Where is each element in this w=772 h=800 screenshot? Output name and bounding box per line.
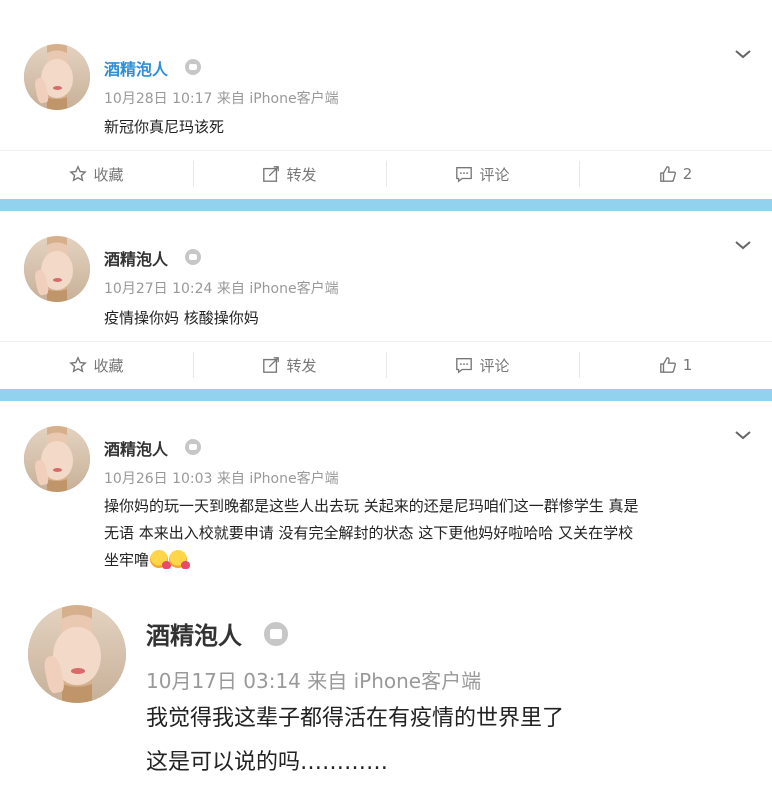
post-meta: 10月28日 10:17 来自 iPhone客户端 [104,91,339,107]
post-meta: 10月17日 03:14 来自 iPhone客户端 [146,669,482,693]
comment-icon [456,358,473,374]
favorite-button[interactable]: 收藏 [0,151,193,197]
like-count: 1 [682,356,693,374]
repost-label: 转发 [286,356,317,375]
repost-icon [263,166,280,182]
post-text-line: 坐牢噜 [104,547,191,574]
weibo-post-3: 酒精泡人 10月26日 10:03 来自 iPhone客户端 操你妈的玩一天到晚… [0,401,772,585]
comment-button[interactable]: 评论 [386,342,579,388]
favorite-label: 收藏 [93,356,124,375]
avatar[interactable] [28,605,126,703]
vip-badge-icon [185,59,201,75]
repost-icon [263,357,280,373]
post-text-line: 无语 本来出入校就要申请 没有完全解封的状态 这下更他妈好啦哈哈 又关在学校 [104,524,634,542]
repost-button[interactable]: 转发 [193,151,386,197]
vip-badge-icon [185,249,201,265]
post-meta: 10月27日 10:24 来自 iPhone客户端 [104,281,339,297]
username[interactable]: 酒精泡人 [146,616,242,651]
weibo-post-4: 酒精泡人 10月17日 03:14 来自 iPhone客户端 我觉得我这辈子都得… [0,585,772,800]
star-icon [69,356,88,373]
repost-button[interactable]: 转发 [193,342,386,388]
username[interactable]: 酒精泡人 [104,56,168,80]
favorite-button[interactable]: 收藏 [0,342,193,388]
post-text: 新冠你真尼玛该死 [104,118,225,136]
comment-label: 评论 [479,165,510,184]
feed-separator [0,389,772,401]
chevron-down-icon[interactable] [734,429,752,441]
post-text-line: 操你妈的玩一天到晚都是这些人出去玩 关起来的还是尼玛咱们这一群惨学生 真是 [104,497,639,515]
comment-icon [456,167,473,183]
username[interactable]: 酒精泡人 [104,246,168,270]
action-bar: 收藏 转发 评论 2 [0,150,772,197]
comment-button[interactable]: 评论 [386,151,579,197]
weibo-post-2: 酒精泡人 10月27日 10:24 来自 iPhone客户端 疫情操你妈 核酸操… [0,211,772,389]
post-text: 疫情操你妈 核酸操你妈 [104,309,259,327]
post-meta: 10月26日 10:03 来自 iPhone客户端 [104,471,339,487]
chevron-down-icon[interactable] [734,239,752,251]
thumbs-up-icon [659,166,676,182]
repost-label: 转发 [286,165,317,184]
comment-label: 评论 [479,356,510,375]
vip-badge-icon [264,622,288,646]
username[interactable]: 酒精泡人 [104,436,168,460]
feed-separator [0,199,772,211]
vip-badge-icon [185,439,201,455]
kissing-heart-emoji-icon [150,550,172,569]
thumbs-up-icon [659,357,676,373]
like-button[interactable]: 1 [579,342,772,388]
star-icon [69,165,88,182]
avatar[interactable] [24,44,90,110]
action-bar: 收藏 转发 评论 1 [0,341,772,388]
like-count: 2 [682,165,693,183]
avatar[interactable] [24,236,90,302]
chevron-down-icon[interactable] [734,48,752,60]
weibo-post-1: 酒精泡人 10月28日 10:17 来自 iPhone客户端 新冠你真尼玛该死 … [0,0,772,200]
post-text-line-end: 坐牢噜 [104,551,150,569]
favorite-label: 收藏 [93,165,124,184]
kissing-heart-emoji-icon [169,550,191,569]
like-button[interactable]: 2 [579,151,772,197]
avatar[interactable] [24,426,90,492]
post-text-line: 我觉得我这辈子都得活在有疫情的世界里了 [146,706,565,731]
post-text-line: 这是可以说的吗………… [146,750,389,775]
